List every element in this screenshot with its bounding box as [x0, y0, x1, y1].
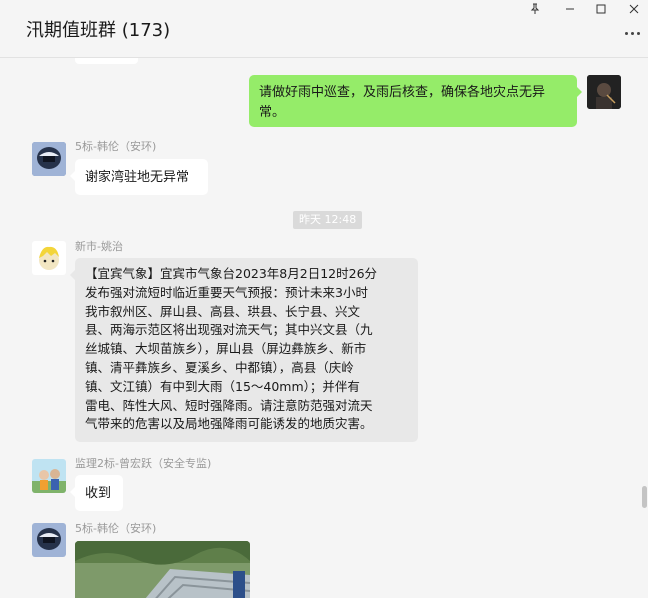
message-line: 【宜宾气象】宜宾市气象台2023年8月2日12时26分: [85, 266, 378, 281]
message-line: 雷电、阵性大风、短时强降雨。请注意防范强对流天: [85, 397, 373, 413]
title-bar: 汛期值班群 (173): [0, 0, 648, 58]
chat-title: 汛期值班群 (173): [26, 20, 171, 41]
close-icon[interactable]: [622, 0, 646, 18]
minimize-icon[interactable]: [558, 0, 582, 18]
sender-name: 监理2标-曾宏跃（安全专监): [75, 457, 212, 470]
sender-name: 5标-韩伦（安环): [75, 522, 157, 535]
message-line: 县、两海示范区将出现强对流天气；其中兴文县（九: [85, 322, 373, 338]
message-bubble[interactable]: 【宜宾气象】宜宾市气象台2023年8月2日12时26分 发布强对流短时临近重要天…: [70, 258, 418, 442]
sender-avatar[interactable]: [32, 241, 66, 275]
message-bubble[interactable]: 收到: [70, 475, 123, 511]
maximize-icon[interactable]: [589, 0, 613, 18]
pin-icon[interactable]: [523, 0, 547, 18]
scrollbar-thumb[interactable]: [642, 486, 647, 508]
more-icon[interactable]: [622, 26, 642, 40]
image-message[interactable]: [75, 541, 250, 598]
message-text: 请做好雨中巡查，及雨后核查，确保各地灾点无异常。: [259, 85, 546, 120]
sender-name: 新市-姚治: [75, 240, 123, 253]
message-bubble-self[interactable]: 请做好雨中巡查，及雨后核查，确保各地灾点无异常。: [249, 75, 582, 127]
message-line: 发布强对流短时临近重要天气预报：预计未来3小时: [85, 284, 368, 300]
sender-avatar[interactable]: [32, 459, 66, 493]
sender-avatar[interactable]: [32, 523, 66, 557]
message-text: 收到: [85, 486, 112, 501]
message-line: 镇、清平彝族乡、夏溪乡、中都镇），高县（庆岭: [85, 359, 354, 375]
message-line: 镇、文江镇）有中到大雨（15～40mm）；并伴有: [85, 378, 360, 394]
message-bubble[interactable]: 谢家湾驻地无异常: [70, 159, 208, 195]
sender-name: 5标-韩伦（安环): [75, 140, 157, 153]
previous-message-bubble[interactable]: [75, 58, 138, 64]
sender-avatar[interactable]: [32, 142, 66, 176]
message-text: 谢家湾驻地无异常: [85, 170, 190, 185]
message-line: 我市叙州区、屏山县、高县、珙县、长宁县、兴文: [85, 303, 361, 319]
self-avatar[interactable]: [587, 75, 621, 109]
message-list[interactable]: 请做好雨中巡查，及雨后核查，确保各地灾点无异常。 5标-韩伦（安环) 谢家湾驻地…: [0, 58, 648, 598]
timestamp-divider: 昨天 12:48: [293, 211, 363, 229]
message-line: 丝城镇、大坝苗族乡），屏山县（屏边彝族乡、新市: [85, 341, 367, 357]
message-line: 气带来的危害以及局地强降雨可能诱发的地质灾害。: [85, 416, 373, 432]
